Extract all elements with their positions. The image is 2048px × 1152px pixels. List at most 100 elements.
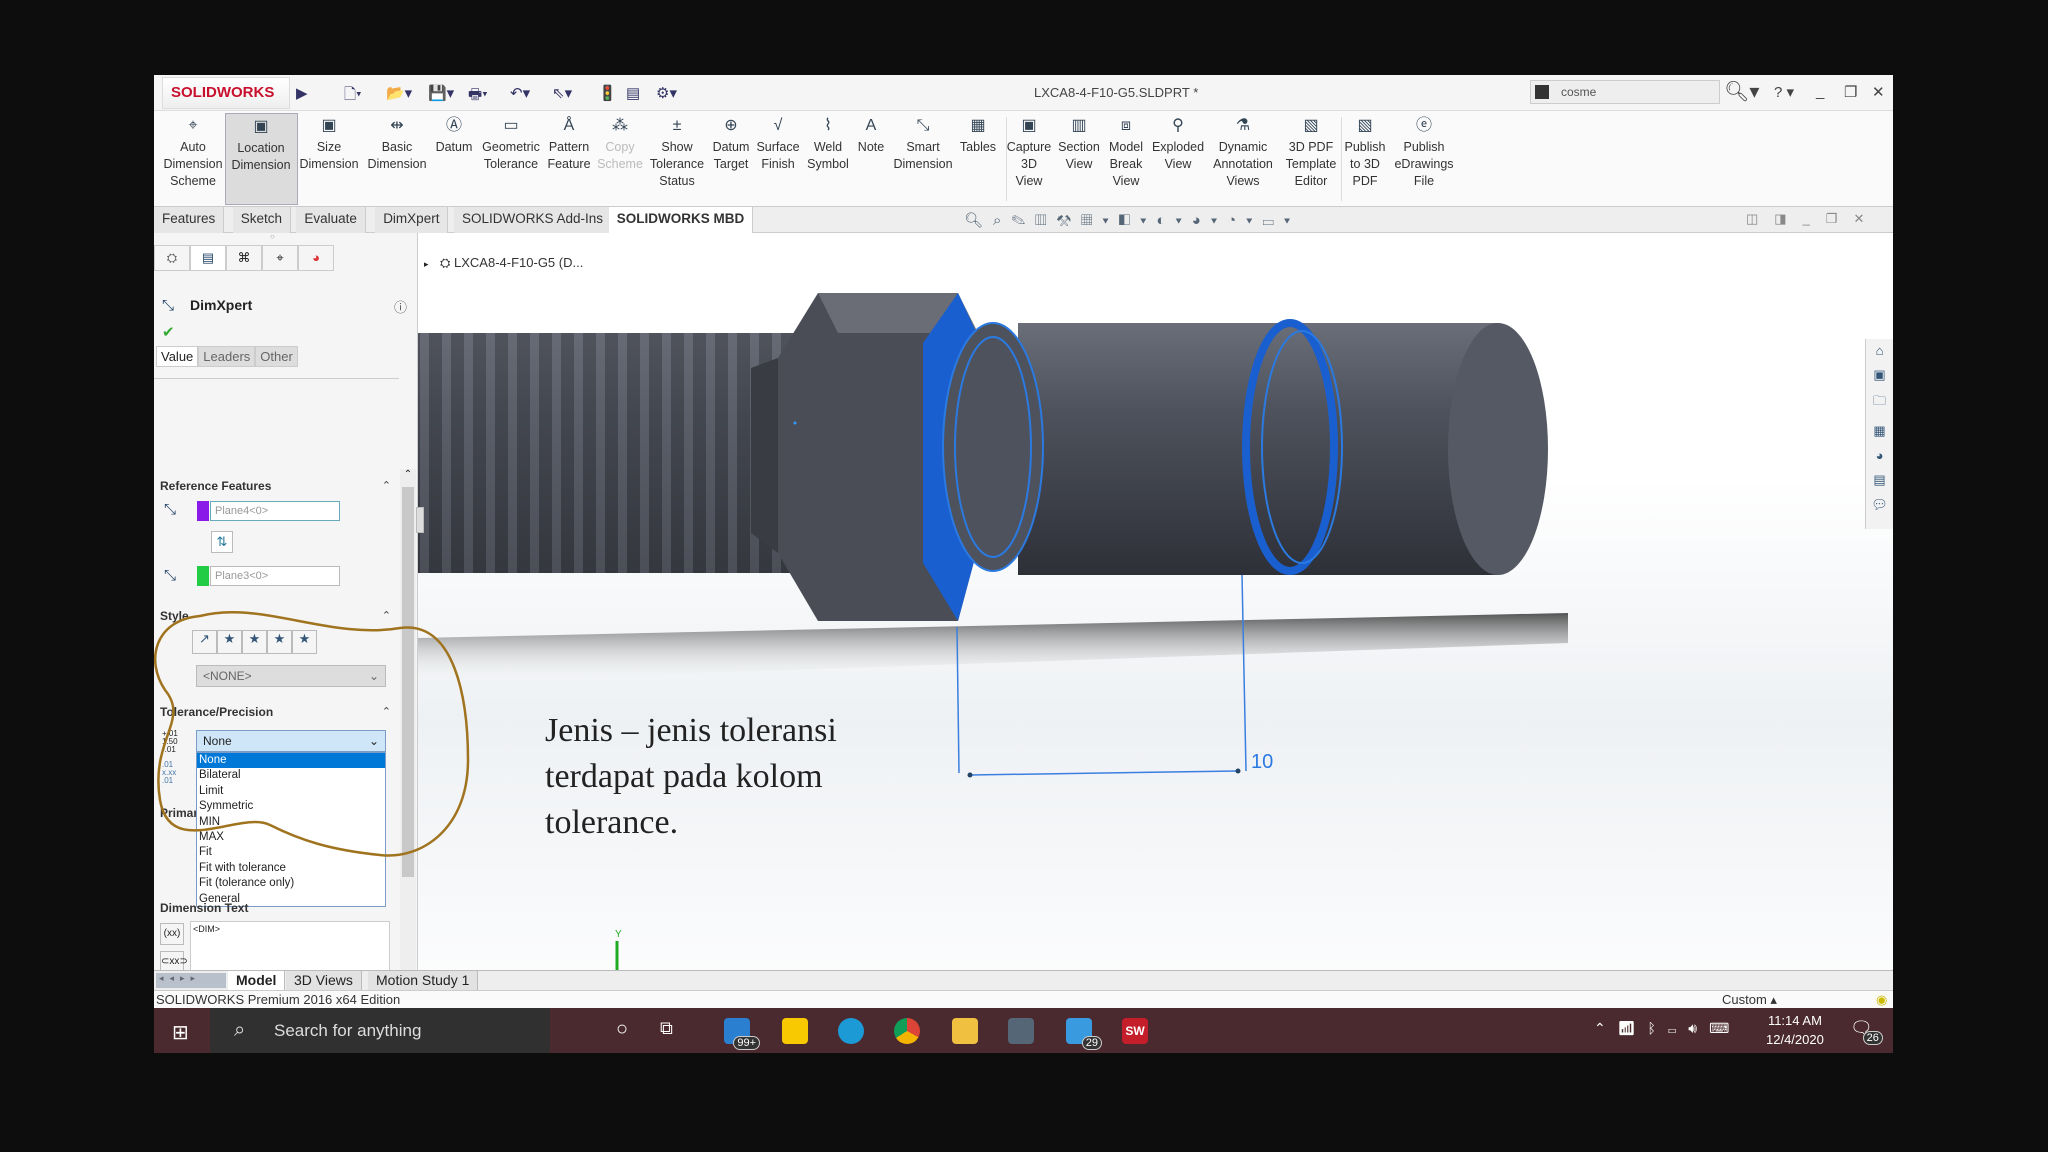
ribbon-button-pattern-feature[interactable]: Å Pattern Feature bbox=[540, 113, 599, 205]
graphics-viewport[interactable]: ▸ ⛭ LXCA8-4-F10-G5 (D... 10 Y X Z ⌂▣🗀▦◕▤… bbox=[418, 233, 1893, 1045]
ribbon-button-dynamic-annotation[interactable]: ⚗ Dynamic Annotation Views bbox=[1203, 113, 1283, 205]
sticky-notes-icon[interactable] bbox=[782, 1018, 808, 1044]
ribbon-button-section-view[interactable]: ▥ Section View bbox=[1050, 113, 1109, 205]
tolerance-option[interactable]: Symmetric bbox=[197, 799, 385, 814]
view-palette-icon[interactable]: ▦ bbox=[1873, 423, 1885, 439]
calculator-icon[interactable] bbox=[1008, 1018, 1034, 1044]
ribbon-button-auto-dimension[interactable]: ⌖ Auto Dimension Scheme bbox=[157, 113, 230, 205]
new-file-icon[interactable]: 🗋▾ bbox=[344, 84, 362, 109]
tab-solidworks-mbd[interactable]: SOLIDWORKS MBD bbox=[608, 207, 754, 233]
ribbon-button-note[interactable]: A Note bbox=[852, 113, 890, 205]
tab-dimxpert[interactable]: DimXpert bbox=[375, 207, 449, 233]
system-tray-icons[interactable]: ⌃📶︎ᛒ▭🔊︎⌨ bbox=[1594, 1020, 1741, 1037]
panel-scrollbar[interactable]: ⌃ ⌄ bbox=[400, 469, 416, 1045]
second-reference-input[interactable]: Plane3<0> bbox=[210, 566, 340, 586]
clock[interactable]: 11:14 AM 12/4/2020 bbox=[1766, 1013, 1824, 1047]
viewport-window-controls[interactable]: ◫◨_❐✕ bbox=[1746, 211, 1880, 227]
file-explorer-icon[interactable] bbox=[952, 1018, 978, 1044]
ribbon-button-location-dimension[interactable]: ▣ Location Dimension bbox=[224, 113, 298, 205]
notifications-icon[interactable]: 🗨︎ 26 bbox=[1850, 1018, 1883, 1045]
swap-references-button[interactable]: ⇅ bbox=[211, 531, 233, 553]
tab-value[interactable]: Value bbox=[156, 346, 199, 367]
configuration-manager-icon[interactable]: ⌘ bbox=[226, 245, 262, 271]
rebuild-icon[interactable]: 🚦 bbox=[598, 84, 617, 102]
open-file-icon[interactable]: 📂▾ bbox=[386, 84, 412, 102]
phone-app-icon[interactable]: 29 bbox=[1066, 1018, 1102, 1050]
splitter-handle[interactable]: ○ bbox=[270, 232, 275, 241]
first-reference-input[interactable]: Plane4<0> bbox=[210, 501, 340, 521]
options-gear-icon[interactable]: ⚙▾ bbox=[656, 84, 677, 102]
tolerance-option[interactable]: Limit bbox=[197, 784, 385, 799]
select-icon[interactable]: ⇖▾ bbox=[552, 84, 572, 102]
windows-start-icon[interactable]: ⊞ bbox=[172, 1020, 189, 1045]
ribbon-button-weld-symbol[interactable]: ⌇ Weld Symbol bbox=[802, 113, 854, 205]
scroll-up-icon[interactable]: ⌃ bbox=[400, 469, 416, 480]
custom-properties-icon[interactable]: ▤ bbox=[1873, 472, 1885, 488]
ribbon-button-smart-dimension[interactable]: ⤡ Smart Dimension bbox=[887, 113, 960, 205]
apply-style-icon[interactable]: ↗ bbox=[192, 630, 217, 654]
solidworks-taskbar-icon[interactable]: SW bbox=[1122, 1018, 1148, 1044]
display-manager-icon[interactable]: ◕ bbox=[298, 245, 334, 271]
taskbar-search[interactable]: ⌕ Search for anything bbox=[210, 1008, 550, 1053]
ribbon-button-geometric-tolerance[interactable]: ▭ Geometric Tolerance bbox=[475, 113, 548, 205]
home-icon[interactable]: ⌂ bbox=[1876, 343, 1884, 358]
chrome-icon[interactable] bbox=[894, 1018, 920, 1044]
appearances-icon[interactable]: ◕ bbox=[1876, 448, 1884, 463]
property-manager-icon[interactable]: ▤ bbox=[190, 245, 226, 271]
load-style-icon[interactable]: ★ bbox=[292, 630, 317, 654]
collapse-icon[interactable]: ⌃ bbox=[382, 705, 391, 718]
add-parentheses-icon[interactable]: (xx) bbox=[160, 923, 184, 945]
save-icon[interactable]: 💾▾ bbox=[428, 84, 454, 102]
ribbon-button-show-tolerance[interactable]: ± Show Tolerance Status bbox=[641, 113, 714, 205]
search-input[interactable]: cosme bbox=[1530, 80, 1720, 104]
search-icon[interactable]: 🔍︎▾ bbox=[1724, 79, 1759, 104]
tolerance-option[interactable]: MAX bbox=[197, 830, 385, 845]
file-properties-icon[interactable]: ▤ bbox=[626, 84, 640, 102]
feature-manager-icon[interactable]: ⛭ bbox=[154, 245, 190, 271]
tab-solidworks-add-ins[interactable]: SOLIDWORKS Add-Ins bbox=[454, 207, 613, 233]
tab-features[interactable]: Features bbox=[154, 207, 225, 233]
tolerance-option[interactable]: Fit bbox=[197, 845, 385, 860]
ribbon-button-edrawings[interactable]: ⓔ Publish eDrawings File bbox=[1388, 113, 1461, 205]
mail-icon[interactable]: 99+ bbox=[724, 1018, 760, 1050]
ribbon-button-size-dimension[interactable]: ▣ Size Dimension bbox=[293, 113, 366, 205]
ribbon-button-pdf-template[interactable]: ▧ 3D PDF Template Editor bbox=[1278, 113, 1344, 205]
restore-button[interactable]: ❐ bbox=[1844, 83, 1857, 101]
cortana-icon[interactable]: ○ bbox=[616, 1018, 628, 1041]
ribbon-button-exploded-view[interactable]: ⚲ Exploded View bbox=[1145, 113, 1211, 205]
print-icon[interactable]: 🖶▾ bbox=[468, 84, 488, 109]
panel-collapse-handle[interactable] bbox=[416, 507, 424, 533]
help-icon[interactable]: ⓘ bbox=[394, 297, 407, 316]
tab-leaders[interactable]: Leaders bbox=[198, 346, 256, 367]
tab-model[interactable]: Model bbox=[228, 971, 286, 990]
help-button[interactable]: ? ▾ bbox=[1774, 83, 1794, 101]
ribbon-button-publish-pdf[interactable]: ▧ Publish to 3D PDF bbox=[1336, 113, 1395, 205]
tab-evaluate[interactable]: Evaluate bbox=[296, 207, 366, 233]
edge-icon[interactable] bbox=[838, 1018, 864, 1044]
ribbon-button-model-break-view[interactable]: ⧈ Model Break View bbox=[1104, 113, 1149, 205]
tolerance-option[interactable]: Bilateral bbox=[197, 768, 385, 783]
delete-style-icon[interactable]: ★ bbox=[242, 630, 267, 654]
collapse-icon[interactable]: ⌃ bbox=[382, 609, 391, 622]
tolerance-option[interactable]: Fit (tolerance only) bbox=[197, 876, 385, 891]
file-explorer-icon[interactable]: 🗀 bbox=[1873, 392, 1886, 414]
ribbon-button-basic-dimension[interactable]: ⇹ Basic Dimension bbox=[361, 113, 434, 205]
units-selector[interactable]: Custom ▴ bbox=[1722, 991, 1777, 1008]
tab-3d-views[interactable]: 3D Views bbox=[286, 971, 362, 990]
close-button[interactable]: ✕ bbox=[1872, 83, 1885, 101]
view-heads-up-toolbar[interactable]: 🔍︎⌕✎▥⚒▦▾◧▾◐▾◕▾◔▾▭▾ bbox=[964, 211, 1300, 229]
tab-sketch[interactable]: Sketch bbox=[232, 207, 292, 233]
add-style-icon[interactable]: ★ bbox=[217, 630, 242, 654]
scrollbar-thumb[interactable] bbox=[402, 487, 414, 877]
collapse-icon[interactable]: ⌃ bbox=[382, 479, 391, 492]
ribbon-button-tables[interactable]: ▦ Tables bbox=[952, 113, 1004, 205]
tab-motion-study-1[interactable]: Motion Study 1 bbox=[368, 971, 479, 990]
expand-arrow-icon[interactable]: ▶ bbox=[296, 84, 308, 102]
tolerance-option[interactable]: Fit with tolerance bbox=[197, 861, 385, 876]
task-view-icon[interactable]: ⧉ bbox=[660, 1018, 673, 1039]
dimension-value[interactable]: 10 bbox=[1251, 751, 1273, 773]
ribbon-button-surface-finish[interactable]: √ Surface Finish bbox=[749, 113, 808, 205]
solidworks-logo[interactable]: SOLIDWORKS bbox=[162, 77, 290, 109]
style-dropdown[interactable]: <NONE> ⌄ bbox=[196, 665, 386, 687]
ok-checkmark-icon[interactable]: ✔ bbox=[162, 323, 175, 341]
